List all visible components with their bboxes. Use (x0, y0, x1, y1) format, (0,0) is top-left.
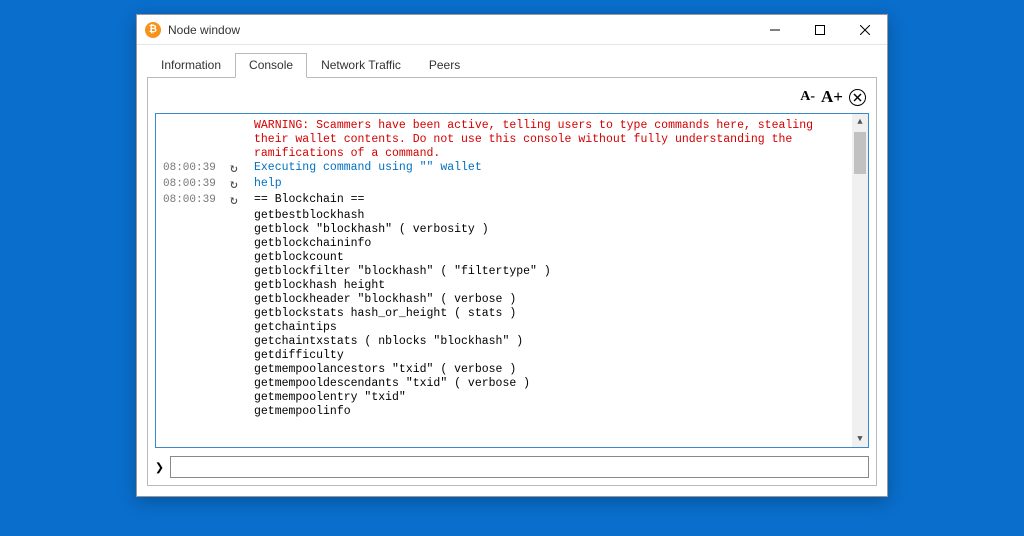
minimize-button[interactable] (752, 15, 797, 45)
node-window: ₿ Node window Information Console Networ… (136, 14, 888, 497)
tab-console[interactable]: Console (235, 53, 307, 78)
console-row: 08:00:39↻== Blockchain == (163, 193, 846, 209)
help-command: getblockhash height (254, 279, 846, 293)
help-command: getmempoolinfo (254, 405, 846, 419)
tab-network-traffic[interactable]: Network Traffic (307, 53, 415, 78)
clear-icon (853, 93, 862, 102)
tab-peers[interactable]: Peers (415, 53, 474, 78)
scrollbar[interactable]: ▲ ▼ (852, 114, 868, 447)
help-command: getmempooldescendants "txid" ( verbose ) (254, 377, 846, 391)
window-controls (752, 15, 887, 45)
maximize-icon (815, 25, 825, 35)
help-command: getmempoolancestors "txid" ( verbose ) (254, 363, 846, 377)
timestamp: 08:00:39 (163, 193, 230, 207)
console-toolbar: A- A+ (155, 85, 869, 113)
console-output[interactable]: WARNING: Scammers have been active, tell… (155, 113, 869, 448)
scroll-up-icon[interactable]: ▲ (852, 114, 868, 130)
maximize-button[interactable] (797, 15, 842, 45)
console-panel: A- A+ WARNING: Scammers have been active… (147, 78, 877, 486)
console-message: == Blockchain == (254, 193, 846, 207)
help-command: getblockstats hash_or_height ( stats ) (254, 307, 846, 321)
console-row: 08:00:39↻help (163, 177, 846, 193)
content-area: Information Console Network Traffic Peer… (137, 45, 887, 496)
scroll-down-icon[interactable]: ▼ (852, 431, 868, 447)
help-command: getbestblockhash (254, 209, 846, 223)
scroll-thumb[interactable] (854, 132, 866, 174)
help-command: getchaintips (254, 321, 846, 335)
console-message: Executing command using "" wallet (254, 161, 846, 175)
command-input-row: ❯ (155, 456, 869, 478)
reply-icon: ↻ (230, 177, 254, 193)
console-warning: WARNING: Scammers have been active, tell… (254, 119, 846, 161)
minimize-icon (770, 25, 780, 35)
command-input[interactable] (170, 456, 869, 478)
tab-information[interactable]: Information (147, 53, 235, 78)
font-decrease-button[interactable]: A- (800, 89, 815, 105)
timestamp: 08:00:39 (163, 161, 230, 175)
help-command: getdifficulty (254, 349, 846, 363)
reply-icon: ↻ (230, 193, 254, 209)
help-command: getblock "blockhash" ( verbosity ) (254, 223, 846, 237)
help-command: getchaintxstats ( nblocks "blockhash" ) (254, 335, 846, 349)
prompt-icon: ❯ (155, 458, 164, 476)
bitcoin-icon: ₿ (145, 22, 161, 38)
clear-console-button[interactable] (849, 89, 866, 106)
font-increase-button[interactable]: A+ (821, 87, 843, 107)
tab-bar: Information Console Network Traffic Peer… (147, 53, 877, 78)
timestamp: 08:00:39 (163, 177, 230, 191)
help-command: getblockcount (254, 251, 846, 265)
help-command: getblockheader "blockhash" ( verbose ) (254, 293, 846, 307)
help-command: getmempoolentry "txid" (254, 391, 846, 405)
titlebar: ₿ Node window (137, 15, 887, 45)
close-button[interactable] (842, 15, 887, 45)
close-icon (860, 25, 870, 35)
console-message: help (254, 177, 846, 191)
reply-icon: ↻ (230, 161, 254, 177)
help-command: getblockfilter "blockhash" ( "filtertype… (254, 265, 846, 279)
window-title: Node window (168, 23, 240, 37)
help-command: getblockchaininfo (254, 237, 846, 251)
console-row: 08:00:39↻Executing command using "" wall… (163, 161, 846, 177)
